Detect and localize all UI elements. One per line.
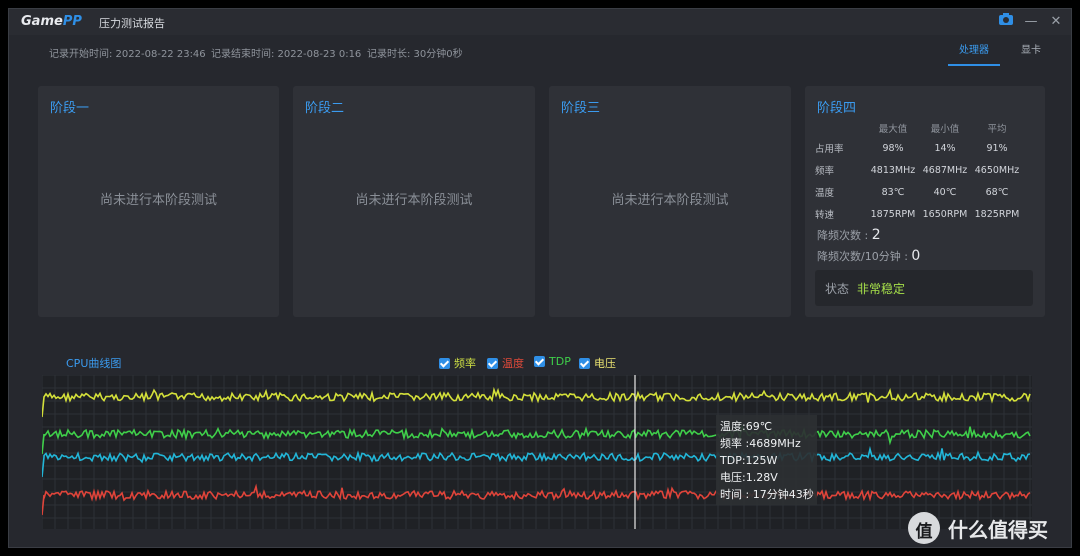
- table-row: 转速 1875RPM 1650RPM 1825RPM: [815, 203, 1023, 225]
- stage-1-panel: 阶段一 尚未进行本阶段测试: [38, 86, 279, 317]
- tab-gpu[interactable]: 显卡: [1021, 41, 1041, 64]
- chart-canvas: [41, 374, 1032, 529]
- checkbox-icon[interactable]: [534, 356, 545, 367]
- checkbox-icon[interactable]: [439, 357, 450, 369]
- watermark-logo-icon: 值: [908, 512, 940, 544]
- col-header-min: 最小值: [930, 124, 960, 135]
- tooltip-time: 时间 : 17分钟43秒: [720, 488, 814, 501]
- stage-title: 阶段一: [50, 101, 90, 116]
- checkbox-icon[interactable]: [579, 357, 590, 369]
- stage-title: 阶段二: [305, 101, 345, 116]
- app-window: GamePP 压力测试报告 — ✕ 记录开始时间: 2022-08-22 23:…: [8, 8, 1072, 548]
- watermark: 值 什么值得买: [908, 512, 1048, 544]
- tab-cpu[interactable]: 处理器: [948, 41, 1000, 66]
- cell: 98%: [882, 142, 904, 154]
- watermark-text: 什么值得买: [948, 517, 1048, 542]
- record-duration: 记录时长: 30分钟0秒: [367, 49, 463, 60]
- cell: 4650MHz: [974, 164, 1020, 176]
- status-box: 状态 非常稳定: [815, 270, 1033, 306]
- cell: 68℃: [985, 186, 1009, 198]
- row-label: 频率: [815, 166, 835, 177]
- row-label: 占用率: [815, 144, 844, 155]
- camera-icon[interactable]: [997, 13, 1015, 31]
- record-end-time: 记录结束时间: 2022-08-23 0:16: [211, 49, 362, 60]
- legend-voltage[interactable]: 电压: [579, 355, 616, 371]
- row-label: 转速: [815, 210, 835, 221]
- cell: 14%: [934, 142, 956, 154]
- cpu-chart[interactable]: [41, 374, 1032, 529]
- record-start-time: 记录开始时间: 2022-08-22 23:46: [49, 49, 206, 60]
- cell: 83℃: [881, 186, 905, 198]
- cell: 40℃: [933, 186, 957, 198]
- stats-table: 最大值 最小值 平均 占用率 98% 14% 91% 频率 4813MHz 46…: [815, 119, 1023, 225]
- title-bar: GamePP 压力测试报告 — ✕: [9, 9, 1071, 35]
- legend-label: 频率: [454, 357, 476, 370]
- stage-message: 尚未进行本阶段测试: [99, 193, 217, 208]
- stage-3-panel: 阶段三 尚未进行本阶段测试: [549, 86, 791, 317]
- legend-freq[interactable]: 频率: [439, 355, 476, 371]
- legend-tdp[interactable]: TDP: [534, 355, 571, 368]
- cell: 91%: [986, 142, 1008, 154]
- legend-temp[interactable]: 温度: [487, 355, 524, 371]
- table-row: 频率 4813MHz 4687MHz 4650MHz: [815, 159, 1023, 181]
- legend-label: 电压: [594, 357, 616, 370]
- cell: 1875RPM: [870, 208, 916, 220]
- stage-title: 阶段四: [817, 101, 857, 116]
- tooltip-temp: 温度:69℃: [720, 420, 773, 433]
- cell: 1650RPM: [922, 208, 968, 220]
- cell: 1825RPM: [974, 208, 1020, 220]
- throttle-per-10min: 降频次数/10分钟 : 0: [817, 248, 921, 264]
- col-header-max: 最大值: [878, 124, 908, 135]
- status-label: 状态: [825, 282, 850, 296]
- tooltip-tdp: TDP:125W: [720, 454, 778, 467]
- app-logo: GamePP: [21, 14, 82, 29]
- tooltip-voltage: 电压:1.28V: [720, 471, 778, 484]
- stage-title: 阶段三: [561, 101, 601, 116]
- cell: 4813MHz: [870, 164, 916, 176]
- stage-4-panel: 阶段四 最大值 最小值 平均 占用率 98% 14% 91% 频率 4813MH…: [805, 86, 1045, 317]
- stage-message: 尚未进行本阶段测试: [611, 193, 729, 208]
- col-header-avg: 平均: [987, 124, 1007, 135]
- close-icon[interactable]: ✕: [1047, 13, 1065, 31]
- table-row: 占用率 98% 14% 91%: [815, 137, 1023, 159]
- stage-message: 尚未进行本阶段测试: [355, 193, 473, 208]
- chart-tooltip: 温度:69℃ 频率 :4689MHz TDP:125W 电压:1.28V 时间 …: [716, 415, 817, 505]
- tooltip-freq: 频率 :4689MHz: [720, 437, 801, 450]
- cell: 4687MHz: [922, 164, 968, 176]
- stage-2-panel: 阶段二 尚未进行本阶段测试: [293, 86, 535, 317]
- checkbox-icon[interactable]: [487, 357, 498, 369]
- window-title: 压力测试报告: [99, 17, 165, 30]
- status-value: 非常稳定: [857, 282, 906, 296]
- chart-title: CPU曲线图: [66, 357, 122, 370]
- table-row: 温度 83℃ 40℃ 68℃: [815, 181, 1023, 203]
- throttle-count: 降频次数 : 2: [817, 227, 881, 243]
- legend-label: TDP: [549, 355, 571, 368]
- row-label: 温度: [815, 188, 835, 199]
- minimize-icon[interactable]: —: [1022, 13, 1040, 31]
- legend-label: 温度: [502, 357, 524, 370]
